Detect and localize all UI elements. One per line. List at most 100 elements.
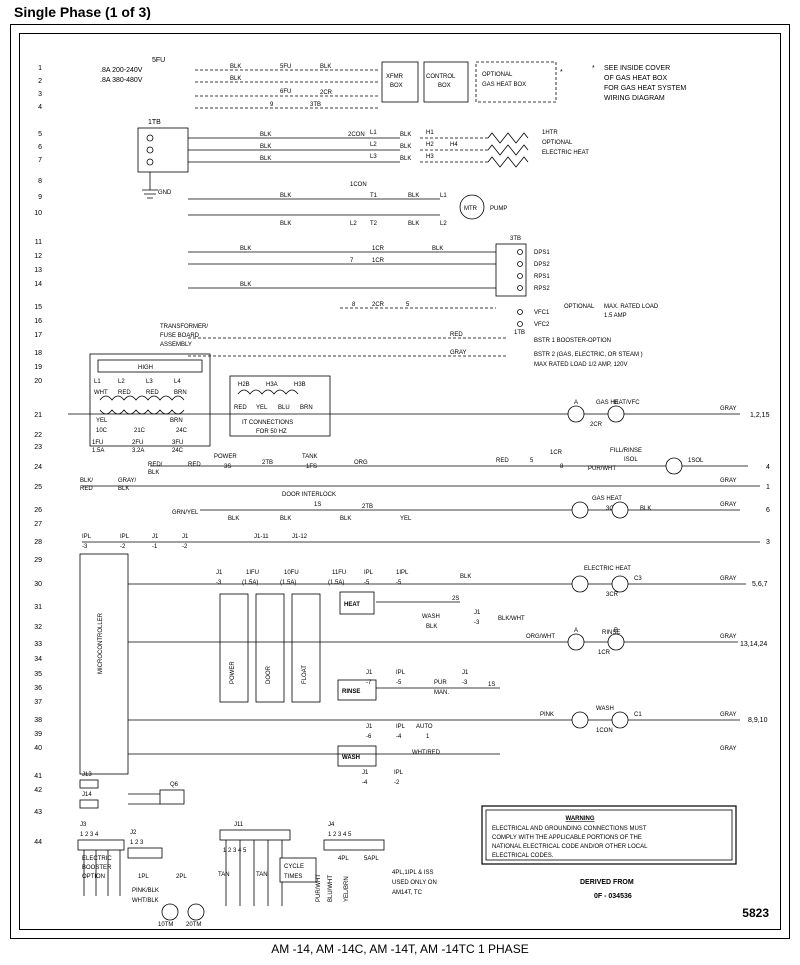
svg-text:BOOSTER: BOOSTER [82,865,112,871]
svg-text:2S: 2S [452,596,459,602]
svg-text:1CR: 1CR [372,246,385,252]
svg-text:5: 5 [38,131,42,138]
svg-text:BLK: BLK [400,144,411,150]
svg-text:-7: -7 [366,680,372,686]
svg-text:0F - 034536: 0F - 034536 [594,893,632,900]
svg-text:BLK: BLK [148,470,159,476]
svg-text:GRAY: GRAY [450,350,467,356]
svg-text:L2: L2 [370,142,377,148]
svg-text:C1: C1 [634,712,642,718]
svg-text:4: 4 [766,464,770,471]
svg-text:1CON: 1CON [350,182,367,188]
svg-text:-2: -2 [182,544,188,550]
svg-text:TIMES: TIMES [284,874,302,880]
svg-text:13: 13 [34,267,42,274]
svg-text:J1: J1 [366,670,373,676]
field-supply: 5FU .8A 200-240V .8A 380-480V [100,57,165,84]
svg-text:TAN: TAN [218,872,230,878]
svg-text:YEL: YEL [400,516,412,522]
svg-text:5FU: 5FU [280,64,291,70]
svg-text:2FU: 2FU [132,440,143,446]
svg-text:19: 19 [34,364,42,371]
svg-text:BLK: BLK [460,574,471,580]
svg-text:-6: -6 [366,734,372,740]
svg-text:H3A: H3A [266,382,278,388]
svg-text:BLK: BLK [240,282,251,288]
svg-text:43: 43 [34,809,42,816]
svg-text:1 2 3: 1 2 3 [130,840,144,846]
svg-text:ELECTRIC: ELECTRIC [82,856,112,862]
svg-text:RED: RED [80,486,93,492]
svg-text:PUR/WHT: PUR/WHT [316,874,322,902]
svg-text:PUR: PUR [434,680,447,686]
svg-text:BLK: BLK [408,193,419,199]
svg-text:WHT/RED: WHT/RED [412,750,441,756]
svg-text:OPTION: OPTION [82,874,105,880]
svg-text:FILL/RINSE: FILL/RINSE [610,448,642,454]
svg-text:A: A [574,400,578,406]
svg-text:-3: -3 [474,620,480,626]
svg-text:J1-11: J1-11 [254,534,269,540]
dps-block: 3TB DPS1 DPS2 RPS1 RPS2 BLK 1CR BLK 7 [188,236,659,328]
svg-text:3.2A: 3.2A [132,448,144,454]
svg-text:WIRING DIAGRAM: WIRING DIAGRAM [604,95,665,102]
svg-text:2: 2 [38,78,42,85]
svg-text:6: 6 [766,507,770,514]
svg-text:A: A [574,628,578,634]
svg-text:MAN.: MAN. [434,690,449,696]
vert-switches: POWER DOOR FLOAT J1-3 1IFU(1.5A) 10FU(1.… [216,570,409,702]
svg-text:J1-12: J1-12 [292,534,308,540]
svg-text:TRANSFORMER/: TRANSFORMER/ [160,324,208,330]
svg-text:39: 39 [34,731,42,738]
svg-text:OPTIONAL: OPTIONAL [542,140,573,146]
svg-text:H4: H4 [450,142,458,148]
svg-text:8: 8 [560,464,564,470]
svg-text:1HTR: 1HTR [542,130,558,136]
svg-text:VFC1: VFC1 [534,310,550,316]
svg-text:YEL/BRN: YEL/BRN [344,876,350,902]
caption: AM -14, AM -14C, AM -14T, AM -14TC 1 PHA… [0,942,800,956]
svg-text:1S: 1S [488,682,495,688]
svg-text:-2: -2 [120,544,126,550]
svg-text:TANK: TANK [302,454,318,460]
svg-text:1CR: 1CR [550,450,563,456]
svg-text:3: 3 [766,539,770,546]
svg-text:OF GAS HEAT BOX: OF GAS HEAT BOX [604,75,667,82]
svg-text:BRN: BRN [170,418,183,424]
svg-text:C3: C3 [634,576,642,582]
svg-text:J2: J2 [130,830,137,836]
svg-text:CYCLE: CYCLE [284,864,304,870]
svg-text:BLK: BLK [280,221,291,227]
svg-text:WHT/BLK: WHT/BLK [132,898,159,904]
svg-text:32: 32 [34,624,42,631]
svg-text:YEL: YEL [96,418,108,424]
svg-text:7: 7 [350,258,354,264]
svg-text:PUR/WHT: PUR/WHT [588,466,616,472]
svg-text:GRAY: GRAY [720,576,737,582]
svg-text:WARNING: WARNING [566,816,595,822]
svg-text:6: 6 [38,144,42,151]
svg-text:OPTIONAL: OPTIONAL [482,72,513,78]
svg-text:BLK: BLK [408,221,419,227]
svg-text:2TB: 2TB [362,504,373,510]
wash-row: WASH 1CON C1 PINK GRAY AUTO 1 J1-6 IPL-4 [128,706,740,740]
xfmr-assembly: TRANSFORMER/ FUSE BOARD ASSEMBLY HIGH L1… [90,324,210,454]
svg-text:AM14T, TC: AM14T, TC [392,890,423,896]
svg-text:1PL: 1PL [138,874,149,880]
svg-text:3TB: 3TB [310,102,321,108]
svg-text:5: 5 [406,302,410,308]
svg-text:3S: 3S [224,464,231,470]
svg-text:FUSE BOARD: FUSE BOARD [160,333,200,339]
svg-text:GRAY: GRAY [720,406,737,412]
svg-text:1: 1 [38,65,42,72]
svg-text:8: 8 [352,302,356,308]
svg-text:FOR GAS HEAT SYSTEM: FOR GAS HEAT SYSTEM [604,85,686,92]
svg-text:GND: GND [158,190,172,196]
svg-text:H2: H2 [426,142,434,148]
svg-text:ELECTRICAL AND GROUNDING CONNE: ELECTRICAL AND GROUNDING CONNECTIONS MUS… [492,826,647,832]
svg-text:(1.5A): (1.5A) [280,580,296,586]
svg-text:B: B [614,400,618,406]
svg-text:1TB: 1TB [514,330,525,336]
svg-text:10FU: 10FU [284,570,299,576]
svg-text:VFC2: VFC2 [534,322,550,328]
